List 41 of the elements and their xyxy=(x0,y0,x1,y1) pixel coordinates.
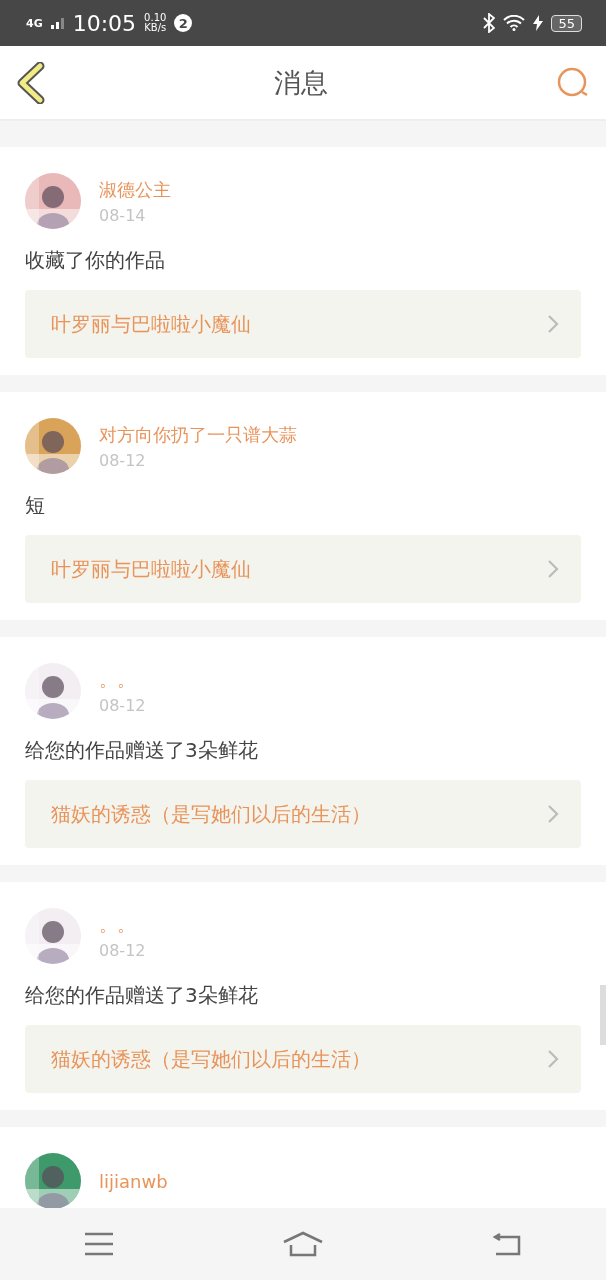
work-link[interactable]: 猫妖的诱惑（是写她们以后的生活） xyxy=(25,780,581,848)
work-link[interactable]: 叶罗丽与巴啦啦小魔仙 xyxy=(25,535,581,603)
work-title: 猫妖的诱惑（是写她们以后的生活） xyxy=(51,1045,371,1073)
battery-indicator: 55 xyxy=(551,14,582,32)
message-text: 收藏了你的作品 xyxy=(25,247,166,274)
network-speed: 0.10 xyxy=(144,13,167,23)
back-nav-icon[interactable] xyxy=(491,1232,522,1256)
work-link[interactable]: 猫妖的诱惑（是写她们以后的生活） xyxy=(25,1025,581,1093)
page-title: 消息 xyxy=(274,65,328,100)
notification-badge: 2 xyxy=(174,14,193,32)
work-title: 猫妖的诱惑（是写她们以后的生活） xyxy=(51,800,371,828)
home-icon[interactable] xyxy=(283,1231,323,1257)
user-name[interactable]: 。。 xyxy=(99,667,146,692)
menu-icon[interactable] xyxy=(84,1232,115,1256)
work-link[interactable]: 叶罗丽与巴啦啦小魔仙 xyxy=(25,290,581,358)
chevron-right-icon xyxy=(547,314,559,334)
chevron-right-icon xyxy=(547,1049,559,1069)
signal-icon xyxy=(50,17,65,29)
message-text: 给您的作品赠送了3朵鲜花 xyxy=(25,737,259,764)
user-name[interactable]: 。。 xyxy=(99,912,146,937)
wifi-icon xyxy=(503,15,526,31)
work-title: 叶罗丽与巴啦啦小魔仙 xyxy=(51,310,251,338)
message-text: 给您的作品赠送了3朵鲜花 xyxy=(25,982,259,1009)
chevron-right-icon xyxy=(547,804,559,824)
status-time: 10:05 xyxy=(72,10,137,36)
message-date: 08-12 xyxy=(99,450,147,470)
charging-icon xyxy=(533,15,544,31)
user-name[interactable]: lijianwb xyxy=(99,1170,168,1192)
user-name[interactable]: 淑德公主 xyxy=(99,177,171,202)
bluetooth-icon xyxy=(483,13,496,33)
message-date: 08-12 xyxy=(99,940,146,960)
network-type: 4G xyxy=(26,16,43,30)
message-text: 短 xyxy=(25,492,46,519)
message-date: 08-12 xyxy=(99,695,146,715)
speed-unit: KB/s xyxy=(144,23,167,33)
work-title: 叶罗丽与巴啦啦小魔仙 xyxy=(51,555,251,583)
scrollbar xyxy=(600,985,606,1045)
chevron-right-icon xyxy=(547,559,559,579)
back-icon[interactable] xyxy=(16,61,46,104)
message-date: 08-14 xyxy=(99,205,147,225)
user-name[interactable]: 对方向你扔了一只谱大蒜 xyxy=(99,422,297,447)
